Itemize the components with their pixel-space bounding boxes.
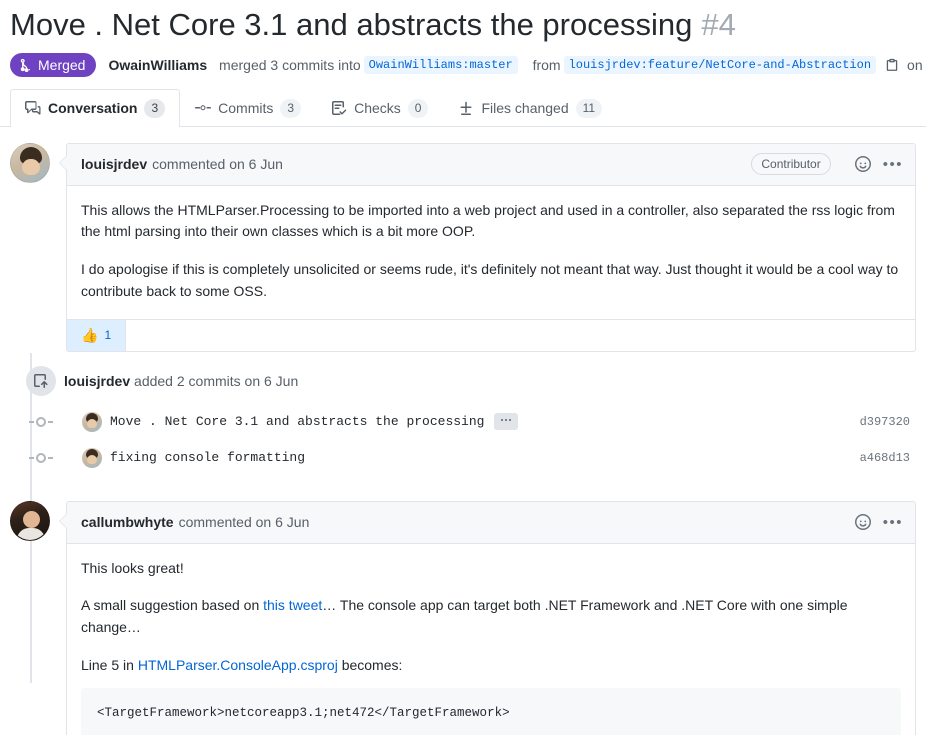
- smiley-icon[interactable]: [854, 514, 871, 530]
- git-commit-dot-icon: [26, 452, 56, 463]
- comment-paragraph: Line 5 in HTMLParser.ConsoleApp.csproj b…: [81, 655, 901, 677]
- commit-event-author[interactable]: louisjrdev: [64, 373, 130, 389]
- tab-checks[interactable]: Checks 0: [316, 89, 443, 127]
- tab-checks-count: 0: [407, 98, 429, 118]
- comment-author[interactable]: callumbwhyte: [81, 514, 174, 530]
- comment-menu-button[interactable]: •••: [883, 515, 903, 530]
- comment-author[interactable]: louisjrdev: [81, 156, 147, 172]
- repo-push-icon: [26, 365, 56, 396]
- merge-action-text: merged 3 commits into: [219, 56, 361, 73]
- text-before-link: A small suggestion based on: [81, 597, 264, 614]
- commit-sha[interactable]: d397320: [860, 415, 916, 429]
- timeline-event-text: louisjrdev added 2 commits on 6 Jun: [64, 373, 298, 389]
- status-badge: Merged: [10, 52, 97, 77]
- pr-number: #4: [701, 7, 736, 42]
- comment-callumbwhyte: callumbwhyte commented on 6 Jun ••• This…: [10, 500, 916, 735]
- comment-action: commented: [178, 514, 252, 530]
- tab-checks-label: Checks: [354, 100, 401, 117]
- comment-card: callumbwhyte commented on 6 Jun ••• This…: [59, 500, 916, 735]
- tab-commits-label: Commits: [218, 100, 274, 117]
- checklist-icon: [331, 100, 347, 116]
- avatar[interactable]: [82, 447, 102, 468]
- avatar[interactable]: [10, 142, 50, 183]
- comment-header: louisjrdev commented on 6 Jun Contributo…: [67, 143, 915, 186]
- tab-files-changed-label: Files changed: [481, 100, 569, 117]
- git-commit-icon: [195, 100, 212, 116]
- pr-tabs: Conversation 3 Commits 3 Checks 0 Files …: [0, 88, 926, 127]
- text-before-link: Line 5 in: [81, 656, 138, 673]
- page-title: Move . Net Core 3.1 and abstracts the pr…: [0, 0, 926, 45]
- code-block: <TargetFramework>netcoreapp3.1;net472</T…: [81, 688, 901, 735]
- comment-body: This looks great! A small suggestion bas…: [67, 544, 915, 735]
- avatar[interactable]: [10, 500, 50, 541]
- comment-paragraph: This looks great!: [81, 559, 184, 576]
- thumbsup-icon: 👍: [81, 327, 99, 343]
- from-label: from: [532, 56, 561, 73]
- comment-action: commented: [152, 156, 226, 173]
- tab-files-changed-count: 11: [575, 98, 603, 118]
- pr-subheader: Merged OwainWilliams merged 3 commits in…: [0, 45, 926, 77]
- comment-date: on 6 Jun: [229, 156, 283, 173]
- reaction-count: 1: [104, 328, 112, 342]
- comment-paragraph: I do apologise if this is completely uns…: [81, 261, 899, 299]
- comment-paragraph: A small suggestion based on this tweet… …: [81, 595, 901, 638]
- tab-commits[interactable]: Commits 3: [180, 89, 316, 127]
- commit-sha[interactable]: a468d13: [860, 451, 916, 465]
- pull-request-page: Move . Net Core 3.1 and abstracts the pr…: [0, 0, 926, 735]
- clipboard-icon[interactable]: [885, 58, 899, 72]
- comment-discussion-icon: [25, 100, 41, 116]
- tweet-link[interactable]: this tweet: [263, 597, 322, 613]
- comment-paragraph: This allows the HTMLParser.Processing to…: [81, 201, 895, 240]
- commit-expand-button[interactable]: [494, 413, 519, 430]
- reactions-bar: 👍 1: [67, 318, 915, 351]
- comment-card: louisjrdev commented on 6 Jun Contributo…: [59, 142, 916, 352]
- status-badge-contributor: Contributor: [751, 153, 831, 176]
- reaction-thumbsup-button[interactable]: 👍 1: [67, 319, 127, 351]
- git-merge-icon: [19, 58, 33, 72]
- tab-conversation[interactable]: Conversation 3: [10, 88, 181, 127]
- comment-date: on 6 Jun: [255, 514, 310, 530]
- commit-message[interactable]: Move . Net Core 3.1 and abstracts the pr…: [110, 414, 484, 429]
- csproj-file-link[interactable]: HTMLParser.ConsoleApp.csproj: [138, 657, 338, 673]
- smiley-icon[interactable]: [854, 156, 871, 173]
- avatar[interactable]: [82, 411, 102, 432]
- commit-event-action: added 2 commits: [134, 372, 241, 389]
- base-branch-tag[interactable]: OwainWilliams:master: [363, 55, 518, 74]
- merged-date: on 7 Jun: [907, 56, 926, 73]
- timeline-event-commits-added: louisjrdev added 2 commits on 6 Jun: [26, 365, 916, 396]
- commit-row: Move . Net Core 3.1 and abstracts the pr…: [26, 404, 916, 440]
- text-after-link: becomes:: [337, 656, 403, 673]
- timeline: louisjrdev commented on 6 Jun Contributo…: [0, 142, 926, 735]
- commit-row: fixing console formatting a468d13: [26, 440, 916, 476]
- comment-body: This allows the HTMLParser.Processing to…: [67, 186, 915, 319]
- comment-menu-button[interactable]: •••: [883, 157, 903, 172]
- tab-files-changed[interactable]: Files changed 11: [443, 89, 617, 127]
- commit-event-date: on 6 Jun: [244, 372, 299, 389]
- comment-header: callumbwhyte commented on 6 Jun •••: [67, 501, 915, 544]
- head-branch-tag[interactable]: louisjrdev:feature/NetCore-and-Abstracti…: [563, 55, 877, 74]
- comment-louisjrdev: louisjrdev commented on 6 Jun Contributo…: [10, 142, 916, 352]
- tab-conversation-count: 3: [144, 98, 166, 118]
- pr-title-text: Move . Net Core 3.1 and abstracts the pr…: [10, 7, 693, 42]
- status-badge-label: Merged: [38, 56, 86, 73]
- commit-message[interactable]: fixing console formatting: [110, 450, 305, 465]
- tab-commits-count: 3: [280, 98, 302, 118]
- tab-conversation-label: Conversation: [48, 100, 138, 117]
- merged-by-user[interactable]: OwainWilliams: [108, 57, 207, 73]
- git-commit-dot-icon: [26, 416, 56, 427]
- diff-icon: [458, 100, 474, 116]
